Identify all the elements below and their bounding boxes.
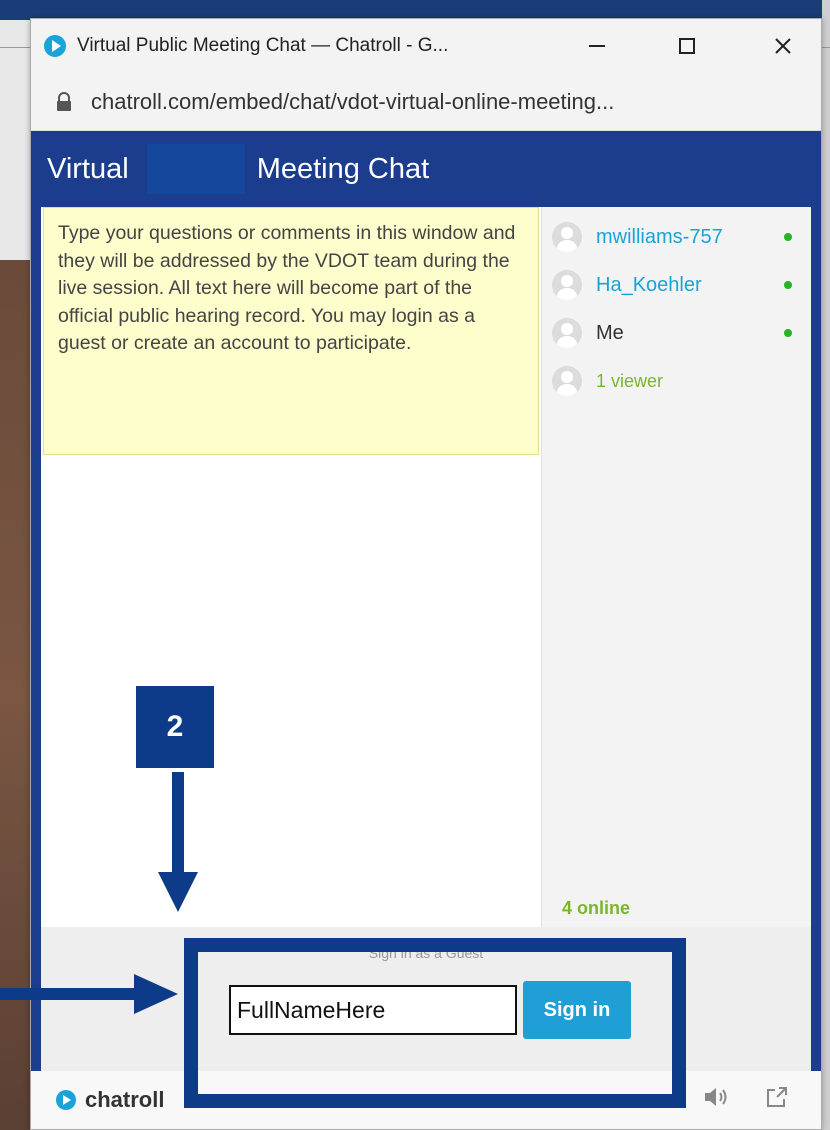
viewer-count: 1 viewer <box>596 370 664 391</box>
step-number-badge: 2 <box>136 686 214 768</box>
maximize-icon <box>679 38 695 54</box>
chat-title-part1: Virtual <box>47 152 129 185</box>
user-name[interactable]: Me <box>596 322 624 345</box>
brand-name: chatroll <box>85 1087 165 1112</box>
close-button[interactable] <box>753 27 813 65</box>
page-background <box>0 0 30 1130</box>
chatroll-logo[interactable]: chatroll <box>55 1087 164 1113</box>
window-title: Virtual Public Meeting Chat — Chatroll -… <box>77 35 449 56</box>
avatar-icon <box>552 366 582 396</box>
viewer-item: 1 viewer <box>552 361 802 401</box>
highlight-box <box>184 938 686 1108</box>
user-name[interactable]: Ha_Koehler <box>596 274 702 297</box>
user-list: mwilliams-757 Ha_Koehler Me 1 viewer 4 o… <box>541 207 811 927</box>
close-icon <box>775 38 791 54</box>
chat-header: Virtual Meeting Chat <box>31 131 821 207</box>
chat-title-part2: Meeting Chat <box>256 152 430 185</box>
avatar-icon <box>552 318 582 348</box>
page-background-top <box>0 0 830 20</box>
lock-icon <box>57 91 71 111</box>
chatroll-logo-icon <box>56 1090 76 1110</box>
online-count: 4 online <box>562 898 631 918</box>
user-item[interactable]: Ha_Koehler <box>552 265 802 305</box>
user-item[interactable]: Me <box>552 313 802 353</box>
chatroll-app-icon <box>44 35 66 57</box>
online-status-icon <box>784 281 792 289</box>
volume-icon[interactable] <box>703 1085 731 1109</box>
avatar-icon <box>552 222 582 252</box>
online-status-icon <box>784 233 792 241</box>
page-background-right <box>822 0 830 1130</box>
popout-icon[interactable] <box>765 1085 789 1109</box>
chat-notice: Type your questions or comments in this … <box>43 207 539 455</box>
message-panel: Type your questions or comments in this … <box>41 207 541 927</box>
address-bar[interactable]: chatroll.com/embed/chat/vdot-virtual-onl… <box>31 73 821 131</box>
avatar-icon <box>552 270 582 300</box>
url-text[interactable]: chatroll.com/embed/chat/vdot-virtual-onl… <box>91 89 614 115</box>
user-name[interactable]: mwilliams-757 <box>596 226 723 249</box>
title-bar[interactable]: Virtual Public Meeting Chat — Chatroll -… <box>31 19 821 73</box>
redacted-block <box>146 144 245 194</box>
minimize-button[interactable] <box>567 27 627 65</box>
minimize-icon <box>589 45 605 47</box>
online-status-icon <box>784 329 792 337</box>
user-item[interactable]: mwilliams-757 <box>552 217 802 257</box>
maximize-button[interactable] <box>657 27 717 65</box>
